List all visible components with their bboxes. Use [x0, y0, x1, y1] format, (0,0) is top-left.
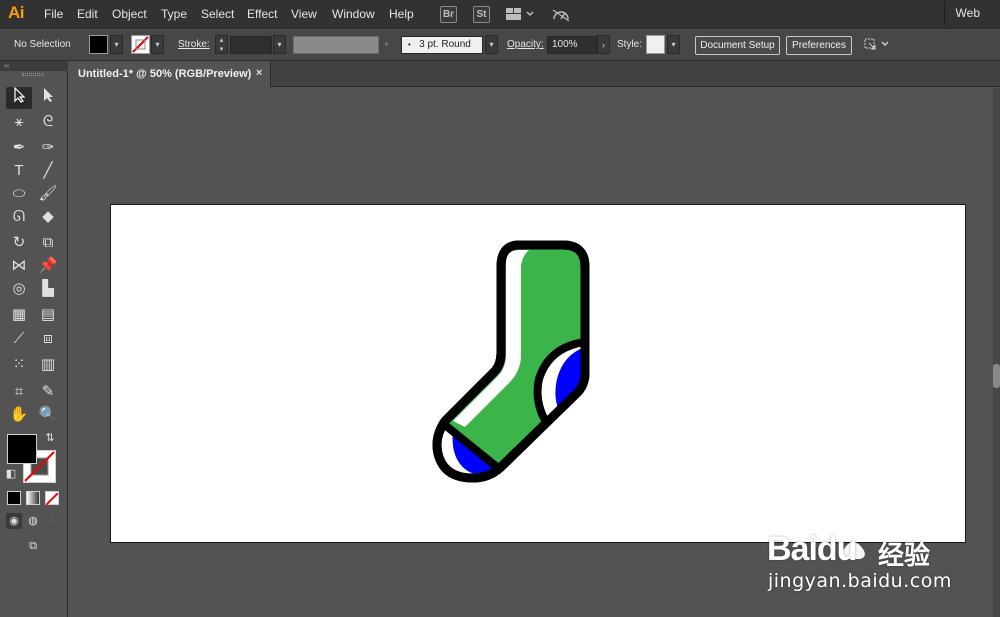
- vertical-scrollbar[interactable]: [993, 88, 1000, 617]
- column-graph-tool-icon[interactable]: ▥: [35, 354, 61, 376]
- variable-width-profile[interactable]: [293, 36, 379, 54]
- document-tab[interactable]: Untitled-1* @ 50% (RGB/Preview) ×: [69, 61, 271, 87]
- menu-edit[interactable]: Edit: [77, 7, 98, 21]
- menu-view[interactable]: View: [291, 7, 317, 21]
- brush-definition-label: 3 pt. Round: [419, 39, 471, 50]
- menu-effect[interactable]: Effect: [247, 7, 277, 21]
- symbol-sprayer-tool-icon[interactable]: ⁙: [6, 354, 32, 376]
- tools-panel-grip[interactable]: [22, 73, 44, 76]
- mesh-tool-icon[interactable]: ▦: [6, 304, 32, 326]
- tools-panel-collapse[interactable]: ‹‹: [0, 61, 68, 71]
- fill-swatch[interactable]: [89, 35, 108, 54]
- menu-bar: Ai File Edit Object Type Select Effect V…: [0, 0, 1000, 29]
- blend-tool-icon[interactable]: ⧈: [35, 328, 61, 350]
- curvature-tool-icon[interactable]: ✑: [35, 137, 61, 159]
- preferences-button[interactable]: Preferences: [786, 36, 852, 55]
- width-tool-icon[interactable]: ⋈: [6, 255, 32, 277]
- close-icon[interactable]: ×: [256, 67, 262, 79]
- opacity-label[interactable]: Opacity:: [507, 39, 544, 50]
- rotate-tool-icon[interactable]: ↻: [6, 232, 32, 254]
- arrange-icon[interactable]: [862, 35, 892, 56]
- opacity-field[interactable]: 100%: [547, 36, 597, 54]
- stroke-weight-stepper[interactable]: ▴ ▾: [215, 35, 228, 54]
- stroke-dropdown[interactable]: ▾: [151, 35, 164, 54]
- stock-button[interactable]: St: [473, 6, 490, 23]
- gpu-performance-icon[interactable]: [551, 6, 571, 25]
- eyedropper-tool-icon[interactable]: ⟋: [6, 328, 32, 350]
- arrange-documents-icon[interactable]: [505, 6, 535, 25]
- shaper-tool-icon[interactable]: ᘏ: [6, 206, 32, 228]
- sock-illustration[interactable]: [111, 205, 967, 544]
- gradient-tool-icon[interactable]: ▤: [35, 304, 61, 326]
- line-segment-tool-icon[interactable]: ╱: [35, 160, 61, 182]
- tools-panel: ‹‹ ⚹ ᘓ ✒ ✑ T ╱ ⬭ 🖌 ᘏ ◆ ↻ ⧉ ⋈ 📌 ◎ ▙ ▦ ▤ ⟋…: [0, 61, 68, 617]
- watermark-url: jingyan.baidu.com: [768, 570, 952, 592]
- zoom-tool-icon[interactable]: 🔍: [35, 404, 61, 426]
- selection-tool-icon[interactable]: [6, 86, 32, 109]
- direct-selection-tool-icon[interactable]: [35, 87, 61, 109]
- brush-dot-icon: •: [408, 40, 411, 49]
- puppet-warp-tool-icon[interactable]: 📌: [35, 255, 61, 277]
- draw-behind-icon[interactable]: ◍: [25, 513, 41, 529]
- stroke-weight-field[interactable]: [230, 36, 272, 54]
- screen-mode-icon[interactable]: ⧉: [22, 537, 44, 555]
- artboard-tool-icon[interactable]: ⌗: [6, 381, 32, 403]
- brush-dropdown[interactable]: ▾: [485, 35, 498, 54]
- opacity-expand[interactable]: ›: [597, 35, 610, 54]
- bridge-button[interactable]: Br: [440, 6, 457, 23]
- fill-dropdown[interactable]: ▾: [110, 35, 123, 54]
- variable-width-dropdown[interactable]: ▾: [380, 35, 393, 54]
- color-mode-icon[interactable]: [7, 491, 21, 505]
- style-label: Style:: [617, 39, 643, 50]
- stroke-label[interactable]: Stroke:: [178, 39, 210, 50]
- watermark-logo-text: Baidu: [767, 530, 857, 568]
- stroke-weight-dropdown[interactable]: ▾: [273, 35, 286, 54]
- menu-type[interactable]: Type: [161, 7, 187, 21]
- hand-tool-icon[interactable]: ✋: [6, 404, 32, 426]
- style-dropdown[interactable]: ▾: [667, 35, 680, 54]
- artboard[interactable]: [110, 204, 966, 543]
- graphic-style-swatch[interactable]: [646, 35, 665, 54]
- type-tool-icon[interactable]: T: [6, 160, 32, 182]
- workspace-switcher[interactable]: Web: [956, 6, 980, 20]
- menu-window[interactable]: Window: [332, 7, 375, 21]
- magic-wand-tool-icon[interactable]: ⚹: [6, 111, 32, 133]
- workspace-divider: [944, 2, 945, 26]
- lasso-tool-icon[interactable]: ᘓ: [35, 111, 61, 133]
- baidu-watermark-logo: Baidu 经验: [760, 519, 960, 571]
- selection-status: No Selection: [14, 39, 71, 50]
- menu-select[interactable]: Select: [201, 7, 234, 21]
- control-bar: No Selection ▾ ▾ Stroke: ▴ ▾ ▾ ▾ • 3 pt. …: [0, 30, 1000, 61]
- ellipse-tool-icon[interactable]: ⬭: [6, 183, 32, 205]
- swap-fill-stroke-icon[interactable]: ⇅: [42, 431, 58, 445]
- brush-definition[interactable]: • 3 pt. Round: [401, 36, 483, 54]
- document-setup-button[interactable]: Document Setup: [695, 36, 780, 55]
- pen-tool-icon[interactable]: ✒: [6, 137, 32, 159]
- menu-file[interactable]: File: [44, 7, 63, 21]
- tab-strip: [271, 61, 1000, 87]
- draw-normal-icon[interactable]: ◉: [6, 513, 22, 529]
- watermark-logo-cn: 经验: [878, 541, 931, 571]
- perspective-grid-tool-icon[interactable]: ▙: [35, 278, 61, 300]
- stroke-swatch[interactable]: [131, 35, 150, 54]
- draw-inside-icon[interactable]: ◌: [44, 513, 60, 529]
- fill-color-box[interactable]: [7, 434, 37, 464]
- app-logo: Ai: [8, 3, 25, 22]
- menu-help[interactable]: Help: [389, 7, 414, 21]
- vertical-scrollbar-thumb[interactable]: [993, 364, 1000, 388]
- scale-tool-icon[interactable]: ⧉: [35, 232, 61, 254]
- gradient-mode-icon[interactable]: [26, 491, 40, 505]
- none-mode-icon[interactable]: [45, 491, 59, 506]
- document-tab-title: Untitled-1* @ 50% (RGB/Preview): [78, 68, 252, 80]
- default-fill-stroke-icon[interactable]: ◧: [3, 467, 19, 481]
- eraser-tool-icon[interactable]: ◆: [35, 206, 61, 228]
- menu-object[interactable]: Object: [112, 7, 147, 21]
- paintbrush-tool-icon[interactable]: 🖌: [35, 183, 61, 205]
- slice-tool-icon[interactable]: ✎: [35, 381, 61, 403]
- shape-builder-tool-icon[interactable]: ◎: [6, 278, 32, 300]
